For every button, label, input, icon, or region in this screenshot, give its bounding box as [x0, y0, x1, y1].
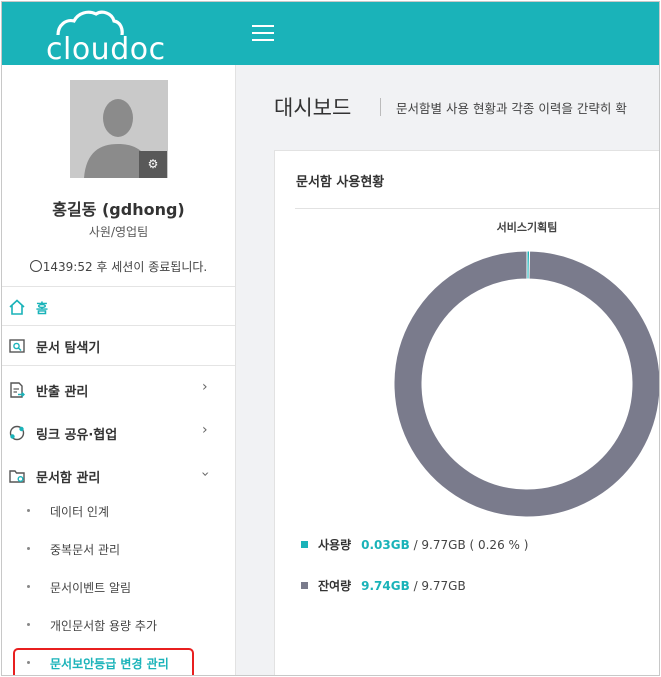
- divider: [2, 365, 235, 366]
- bullet: [27, 547, 30, 550]
- nav-home-label: 홈: [36, 302, 48, 317]
- nav-home[interactable]: 홈: [2, 287, 235, 327]
- page-title: 대시보드: [274, 96, 352, 120]
- gear-icon[interactable]: ⚙: [139, 151, 167, 178]
- document-search-icon: [9, 339, 25, 353]
- legend-swatch: [301, 582, 308, 589]
- legend-value: 0.03GB: [361, 538, 410, 552]
- page-description: 문서함별 사용 현황과 각종 이력을 간략히 확: [396, 101, 627, 116]
- nav-docbox[interactable]: 문서함 관리 ›: [2, 456, 235, 496]
- chevron-down-icon: ›: [196, 471, 213, 477]
- sub-item-label: 중복문서 관리: [50, 543, 121, 557]
- bullet: [27, 623, 30, 626]
- sidebar: ⚙ 홍길동 (gdhong) 사원/영업팀 1439:52 후 세션이 종료됩니…: [2, 65, 236, 675]
- sub-item-label: 개인문서함 용량 추가: [50, 619, 157, 633]
- bullet: [27, 585, 30, 588]
- sub-item-duplicate-docs[interactable]: 중복문서 관리: [2, 534, 235, 570]
- donut-slice-1[interactable]: [393, 250, 660, 518]
- sub-item-label: 문서이벤트 알림: [50, 581, 132, 595]
- clock-icon: [29, 260, 42, 272]
- divider: [380, 98, 381, 116]
- highlight-annotation: [13, 648, 194, 675]
- usage-card: 문서함 사용현황 서비스기획팀 사용량 0.03GB / 9.77GB ( 0.2…: [274, 150, 660, 675]
- nav-explorer[interactable]: 문서 탐색기: [2, 326, 235, 366]
- sub-item-label: 데이터 인계: [50, 505, 110, 519]
- app-window: cloudoc ⚙ 홍길동 (gdhong) 사원/영업팀 1439:52 후 …: [1, 1, 660, 676]
- legend-swatch: [301, 541, 308, 548]
- user-name: 홍길동 (gdhong): [52, 200, 185, 219]
- sub-item-doc-event-alert[interactable]: 문서이벤트 알림: [2, 572, 235, 608]
- sub-item-add-capacity[interactable]: 개인문서함 용량 추가: [2, 610, 235, 646]
- usage-donut-chart: 서비스기획팀: [393, 220, 660, 518]
- legend-value: 9.74GB: [361, 579, 410, 593]
- legend-total: / 9.77GB: [413, 579, 466, 593]
- chart-title: 서비스기획팀: [497, 220, 558, 234]
- top-bar: cloudoc: [2, 2, 659, 67]
- folder-settings-icon: [9, 470, 25, 483]
- legend-used: 사용량 0.03GB / 9.77GB ( 0.26 % ): [301, 536, 528, 553]
- nav-link-share-label: 링크 공유·협업: [36, 428, 118, 443]
- chevron-right-icon: ›: [202, 422, 208, 438]
- nav-export-label: 반출 관리: [36, 385, 89, 400]
- sub-item-data-handover[interactable]: 데이터 인계: [2, 496, 235, 532]
- nav-explorer-label: 문서 탐색기: [36, 341, 101, 356]
- legend-label: 사용량: [318, 538, 352, 552]
- legend-label: 잔여량: [318, 579, 352, 593]
- nav-docbox-label: 문서함 관리: [36, 471, 101, 486]
- legend-remaining: 잔여량 9.74GB / 9.77GB: [301, 577, 466, 594]
- user-role: 사원/영업팀: [88, 225, 149, 239]
- menu-toggle-icon[interactable]: [252, 25, 274, 41]
- bullet: [27, 509, 30, 512]
- legend-total: / 9.77GB ( 0.26 % ): [413, 538, 529, 552]
- export-document-icon: [10, 382, 25, 398]
- card-title: 문서함 사용현황: [296, 175, 385, 190]
- session-text: 1439:52 후 세션이 종료됩니다.: [42, 260, 208, 274]
- nav-link-share[interactable]: 링크 공유·협업 ›: [2, 413, 235, 453]
- link-share-icon: [9, 425, 25, 441]
- home-icon: [9, 299, 25, 315]
- session-timer: 1439:52 후 세션이 종료됩니다.: [2, 258, 235, 275]
- app-logo[interactable]: cloudoc: [46, 32, 166, 67]
- chevron-right-icon: ›: [202, 379, 208, 395]
- nav-export[interactable]: 반출 관리 ›: [2, 370, 235, 410]
